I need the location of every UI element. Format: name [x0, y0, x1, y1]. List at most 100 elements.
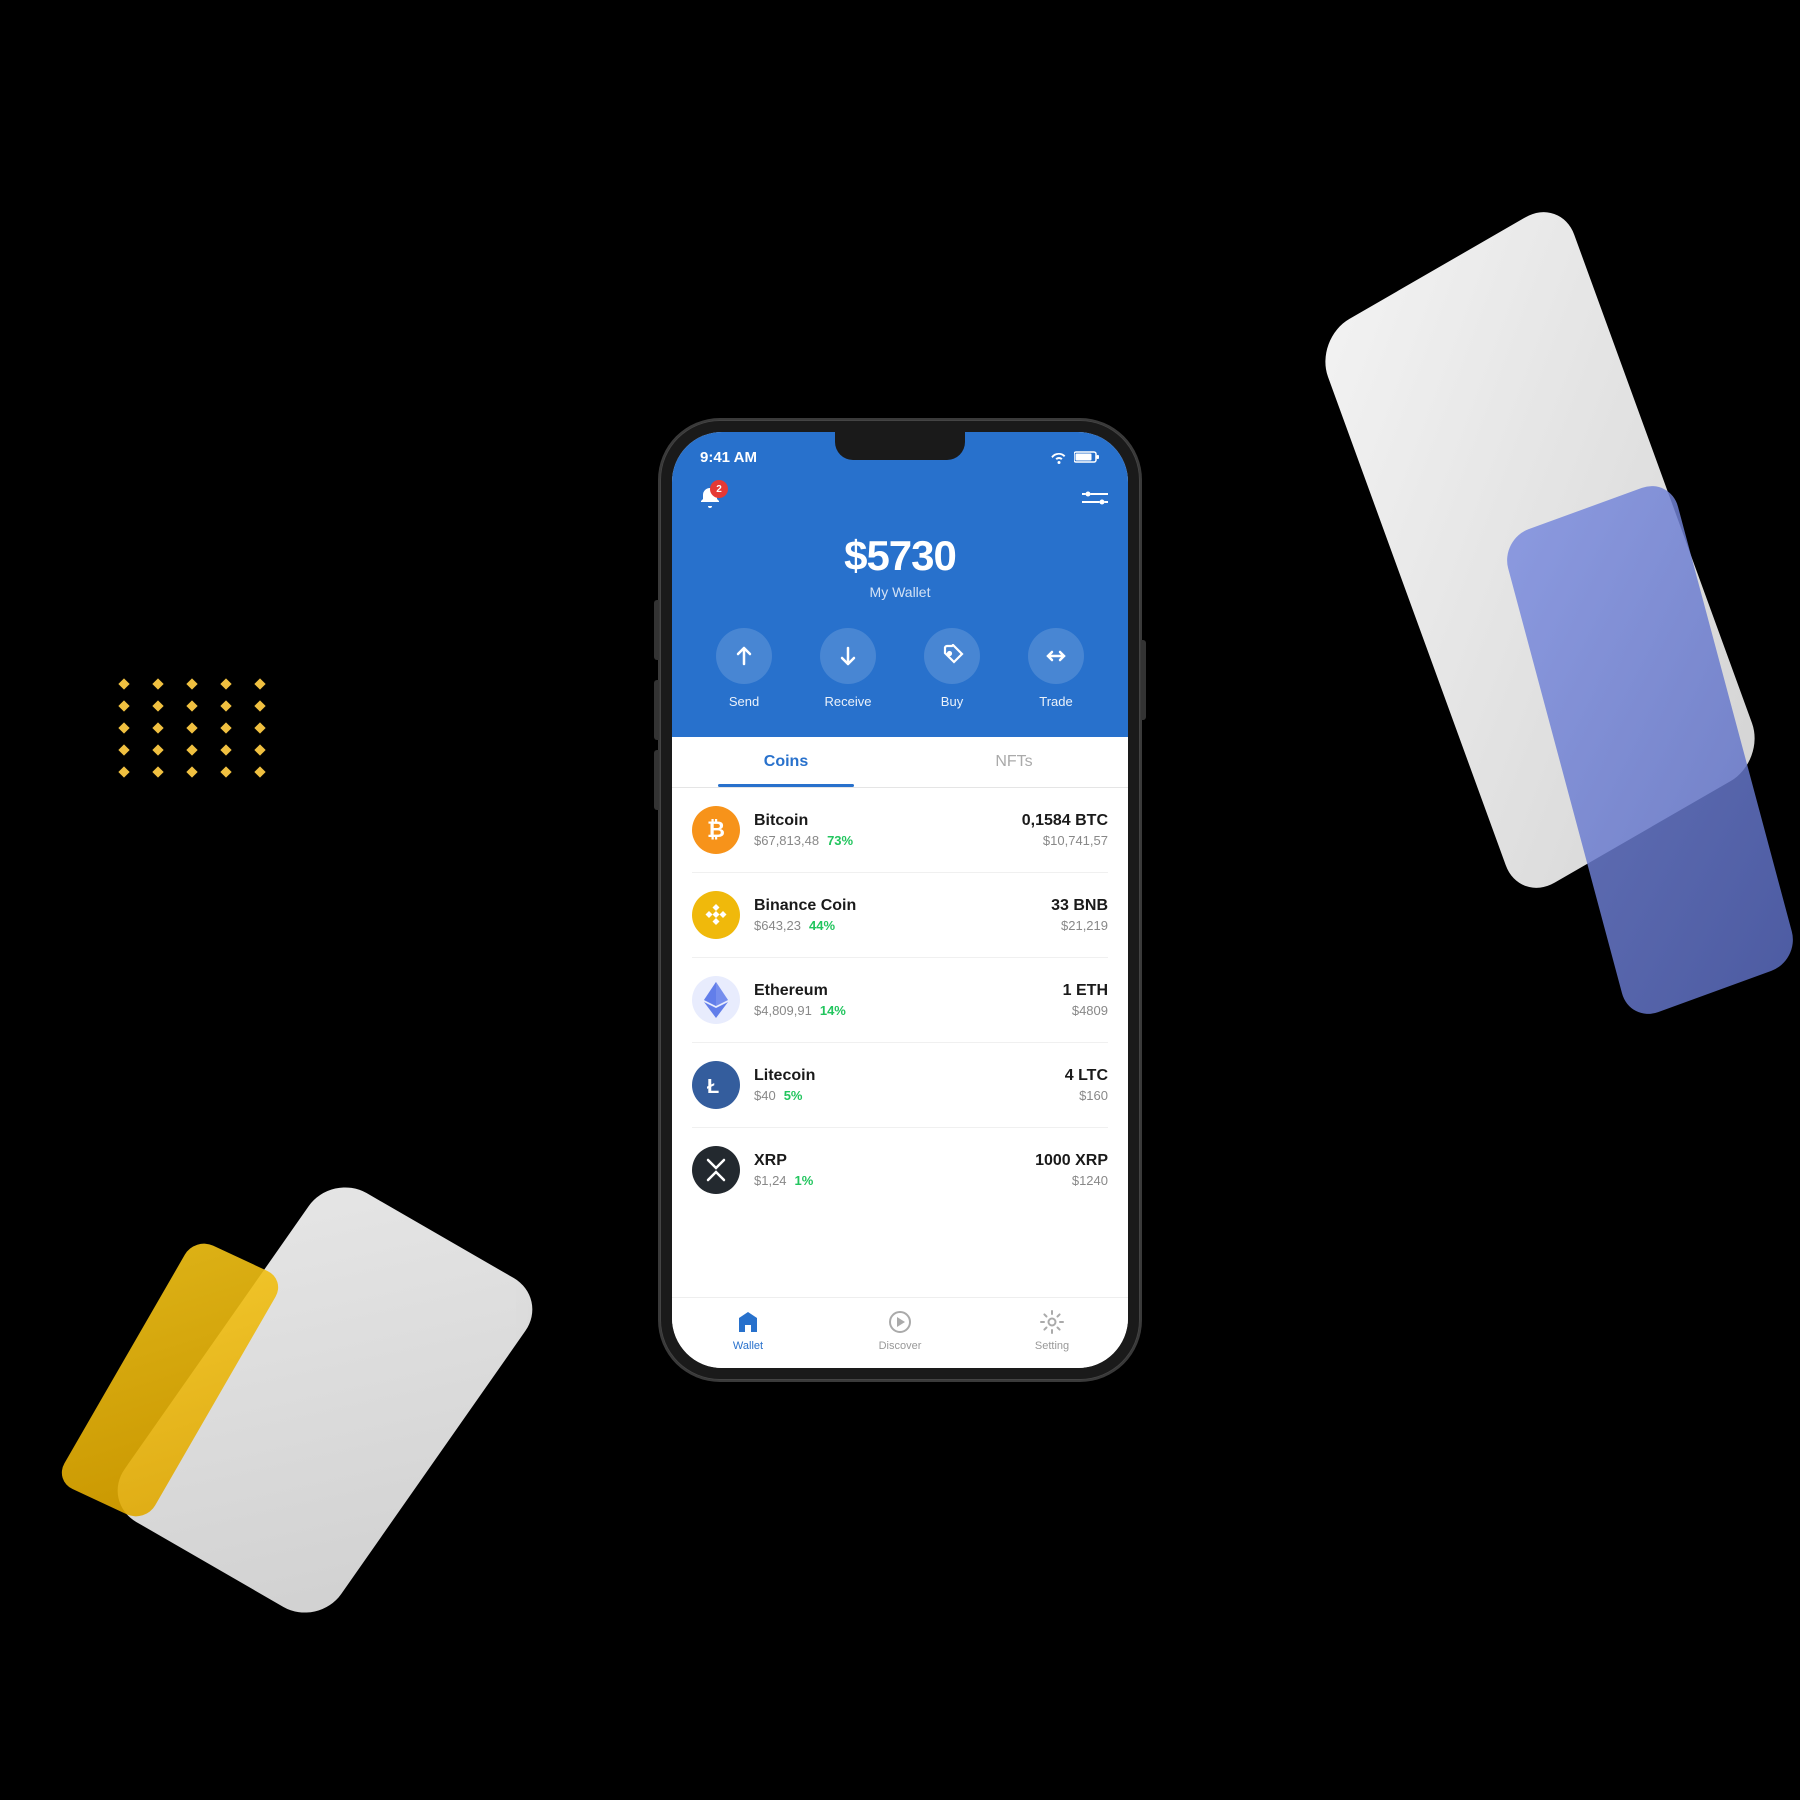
- wifi-icon: [1050, 450, 1068, 464]
- balance-amount: $5730: [692, 532, 1108, 580]
- nav-setting-label: Setting: [1035, 1340, 1069, 1352]
- tabs: Coins NFTs: [672, 737, 1128, 788]
- xrp-price: $1,24: [754, 1173, 787, 1188]
- discover-nav-icon: [886, 1308, 914, 1336]
- send-icon: [732, 644, 756, 668]
- xrp-info: XRP $1,24 1%: [754, 1152, 1035, 1188]
- decorative-dots: [120, 680, 276, 776]
- btc-value: $10,741,57: [1022, 833, 1108, 848]
- phone-container: 9:41 AM: [660, 420, 1140, 1380]
- coin-item-xrp[interactable]: XRP $1,24 1% 1000 XRP $1240: [692, 1128, 1108, 1212]
- coin-item-bnb[interactable]: Binance Coin $643,23 44% 33 BNB $21,219: [692, 873, 1108, 958]
- phone-notch: [835, 432, 965, 460]
- wallet-nav-icon: [734, 1308, 762, 1336]
- ltc-name: Litecoin: [754, 1067, 1065, 1085]
- header-top: 2: [692, 476, 1108, 516]
- bnb-amount: 33 BNB: [1051, 897, 1108, 915]
- coin-item-eth[interactable]: Ethereum $4,809,91 14% 1 ETH $4809: [692, 958, 1108, 1043]
- filter-icon: [1082, 488, 1108, 508]
- xrp-amount: 1000 XRP: [1035, 1152, 1108, 1170]
- bnb-value: $21,219: [1051, 918, 1108, 933]
- ltc-change: 5%: [784, 1088, 803, 1103]
- nav-discover-label: Discover: [879, 1340, 922, 1352]
- send-icon-circle: [716, 628, 772, 684]
- bnb-name: Binance Coin: [754, 897, 1051, 915]
- bnb-icon: [692, 891, 740, 939]
- eth-balance: 1 ETH $4809: [1063, 982, 1108, 1018]
- btc-amount: 0,1584 BTC: [1022, 812, 1108, 830]
- content-area: Coins NFTs ₿ Bitcoin: [672, 737, 1128, 1297]
- btc-price-row: $67,813,48 73%: [754, 833, 1022, 848]
- trade-icon: [1044, 644, 1068, 668]
- tab-coins[interactable]: Coins: [672, 737, 900, 787]
- action-buttons: Send Receive: [692, 628, 1108, 709]
- phone-screen: 9:41 AM: [672, 432, 1128, 1368]
- ltc-amount: 4 LTC: [1065, 1067, 1108, 1085]
- xrp-change: 1%: [795, 1173, 814, 1188]
- btc-name: Bitcoin: [754, 812, 1022, 830]
- coin-item-ltc[interactable]: Ł Litecoin $40 5% 4 LTC $160: [692, 1043, 1108, 1128]
- receive-button[interactable]: Receive: [820, 628, 876, 709]
- xrp-price-row: $1,24 1%: [754, 1173, 1035, 1188]
- receive-label: Receive: [825, 694, 872, 709]
- buy-label: Buy: [941, 694, 963, 709]
- receive-icon-circle: [820, 628, 876, 684]
- coin-item-btc[interactable]: ₿ Bitcoin $67,813,48 73% 0,1584 BTC: [692, 788, 1108, 873]
- send-button[interactable]: Send: [716, 628, 772, 709]
- ltc-price: $40: [754, 1088, 776, 1103]
- send-label: Send: [729, 694, 759, 709]
- notification-button[interactable]: 2: [692, 480, 728, 516]
- btc-balance: 0,1584 BTC $10,741,57: [1022, 812, 1108, 848]
- bnb-change: 44%: [809, 918, 835, 933]
- tag-icon: [940, 644, 964, 668]
- setting-nav-icon: [1038, 1308, 1066, 1336]
- ltc-icon: Ł: [692, 1061, 740, 1109]
- ltc-balance: 4 LTC $160: [1065, 1067, 1108, 1103]
- tab-nfts[interactable]: NFTs: [900, 737, 1128, 787]
- eth-change: 14%: [820, 1003, 846, 1018]
- settings-button[interactable]: [1082, 488, 1108, 508]
- nav-discover[interactable]: Discover: [824, 1308, 976, 1352]
- buy-icon-circle: [924, 628, 980, 684]
- btc-icon: ₿: [692, 806, 740, 854]
- nav-wallet-label: Wallet: [733, 1340, 763, 1352]
- xrp-balance: 1000 XRP $1240: [1035, 1152, 1108, 1188]
- ltc-price-row: $40 5%: [754, 1088, 1065, 1103]
- svg-text:Ł: Ł: [707, 1076, 719, 1098]
- bnb-price-row: $643,23 44%: [754, 918, 1051, 933]
- trade-button[interactable]: Trade: [1028, 628, 1084, 709]
- eth-value: $4809: [1063, 1003, 1108, 1018]
- bnb-info: Binance Coin $643,23 44%: [754, 897, 1051, 933]
- phone-frame: 9:41 AM: [660, 420, 1140, 1380]
- eth-icon: [692, 976, 740, 1024]
- coin-list: ₿ Bitcoin $67,813,48 73% 0,1584 BTC: [672, 788, 1128, 1212]
- balance-label: My Wallet: [692, 584, 1108, 600]
- eth-price: $4,809,91: [754, 1003, 812, 1018]
- buy-button[interactable]: Buy: [924, 628, 980, 709]
- trade-icon-circle: [1028, 628, 1084, 684]
- bnb-balance: 33 BNB $21,219: [1051, 897, 1108, 933]
- svg-text:₿: ₿: [707, 817, 725, 842]
- receive-icon: [836, 644, 860, 668]
- status-icons: [1050, 450, 1100, 464]
- xrp-name: XRP: [754, 1152, 1035, 1170]
- trade-label: Trade: [1039, 694, 1072, 709]
- balance-section: $5730 My Wallet: [692, 532, 1108, 600]
- xrp-value: $1240: [1035, 1173, 1108, 1188]
- battery-icon: [1074, 450, 1100, 464]
- btc-price: $67,813,48: [754, 833, 819, 848]
- btc-info: Bitcoin $67,813,48 73%: [754, 812, 1022, 848]
- wallet-header: 2 $5730 My W: [672, 476, 1128, 737]
- xrp-icon: [692, 1146, 740, 1194]
- ltc-value: $160: [1065, 1088, 1108, 1103]
- eth-name: Ethereum: [754, 982, 1063, 1000]
- eth-info: Ethereum $4,809,91 14%: [754, 982, 1063, 1018]
- btc-change: 73%: [827, 833, 853, 848]
- eth-price-row: $4,809,91 14%: [754, 1003, 1063, 1018]
- ltc-info: Litecoin $40 5%: [754, 1067, 1065, 1103]
- status-time: 9:41 AM: [700, 449, 757, 466]
- bottom-nav: Wallet Discover: [672, 1297, 1128, 1368]
- nav-setting[interactable]: Setting: [976, 1308, 1128, 1352]
- nav-wallet[interactable]: Wallet: [672, 1308, 824, 1352]
- notification-badge: 2: [710, 480, 728, 498]
